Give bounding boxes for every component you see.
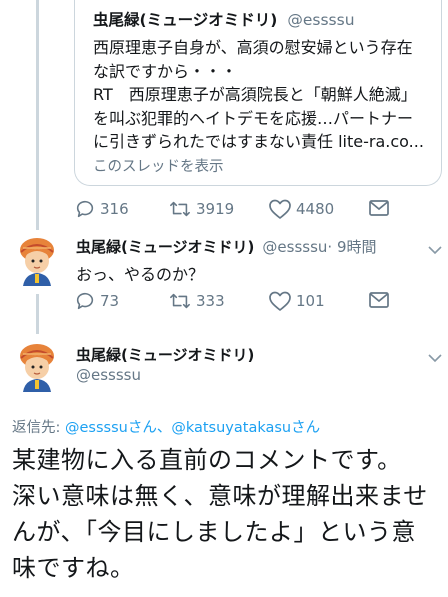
quoted-tweet-line: RT 西原理恵子が高須院長と「朝鮮人絶滅」 <box>93 85 417 104</box>
quoted-tweet-author-handle: @essssu <box>287 11 355 29</box>
reply-to-user-link[interactable]: @katsuyatakasu <box>171 420 291 436</box>
main-tweet-line: 某建物に入る直前のコメントです。 <box>12 446 402 474</box>
reply-button[interactable]: 316 <box>74 198 129 220</box>
reply-icon <box>74 290 96 312</box>
reply-icon <box>74 198 96 220</box>
chevron-down-icon[interactable] <box>428 348 442 367</box>
reply-button[interactable]: 73 <box>74 290 119 312</box>
reply-to-user-link[interactable]: @essssu <box>65 420 128 436</box>
reply-to-san: さん、 <box>127 420 172 436</box>
envelope-icon <box>368 290 390 310</box>
main-tweet-author-name[interactable]: 虫尾緑(ミュージオミドリ) <box>76 344 254 365</box>
main-tweet-line: 味ですね。 <box>12 554 135 582</box>
main-tweet-text: 某建物に入る直前のコメントです。 深い意味は無く、意味が理解出来ませ んが、「今… <box>12 442 442 586</box>
reply-to-label: 返信先: <box>12 420 65 436</box>
thread-line-mid <box>36 294 39 334</box>
chevron-down-icon[interactable] <box>428 240 442 259</box>
main-tweet-line: んが、「今目にしましたよ」という意 <box>12 518 417 546</box>
heart-icon <box>268 198 292 220</box>
envelope-icon <box>368 198 390 218</box>
like-count: 4480 <box>296 200 335 218</box>
quoted-tweet-line: 西原理恵子自身が、高須の慰安婦という存在 <box>93 38 413 57</box>
retweet-button[interactable]: 3919 <box>168 198 234 220</box>
quoted-tweet-card[interactable]: 虫尾緑(ミュージオミドリ) @essssu 西原理恵子自身が、高須の慰安婦という存… <box>74 0 442 186</box>
retweet-button[interactable]: 333 <box>168 290 225 312</box>
quoted-tweet-line: を叫ぶ犯罪的ヘイトデモを応援…パートナー <box>93 108 414 128</box>
reply-to-line: 返信先: @essssuさん、@katsuyatakasuさん <box>12 416 320 437</box>
quoted-tweet-author-name: 虫尾緑(ミュージオミドリ) <box>93 11 278 29</box>
avatar[interactable] <box>11 340 63 392</box>
retweet-count: 3919 <box>196 200 235 218</box>
quoted-tweet-header: 虫尾緑(ミュージオミドリ) @essssu <box>93 8 355 30</box>
like-count: 101 <box>296 292 325 310</box>
retweet-count: 333 <box>196 292 225 310</box>
main-tweet-line: 深い意味は無く、意味が理解出来ませ <box>12 482 428 510</box>
reply-count: 73 <box>100 292 120 310</box>
tweet-actions-2: 73 333 101 <box>74 290 404 316</box>
quoted-tweet-text: 西原理恵子自身が、高須の慰安婦という存在 な訳ですから・・・ RT 西原理恵子が… <box>93 36 443 154</box>
reply-tweet-text: おっ、やるのか？ <box>76 265 205 284</box>
main-tweet-author-handle[interactable]: @essssu <box>76 366 141 384</box>
reply-tweet-author-handle[interactable]: @essssu <box>262 238 327 256</box>
reply-tweet-header: 虫尾緑(ミュージオミドリ) @essssu· 9時間 <box>76 236 377 257</box>
quoted-tweet-line: な訳ですから・・・ <box>93 61 238 81</box>
reply-count: 316 <box>100 200 129 218</box>
quoted-tweet-line: に引きずられたではすまない責任 lite-ra.co... <box>93 132 424 151</box>
reply-to-san: さん <box>291 420 321 436</box>
retweet-icon <box>168 290 192 312</box>
like-button[interactable]: 4480 <box>268 198 334 220</box>
dm-button[interactable] <box>368 198 390 218</box>
reply-tweet-author-name[interactable]: 虫尾緑(ミュージオミドリ) <box>76 238 254 256</box>
avatar[interactable] <box>11 234 63 286</box>
retweet-icon <box>168 198 192 220</box>
dm-button[interactable] <box>368 290 390 310</box>
thread-line-top <box>36 0 39 230</box>
reply-tweet-time[interactable]: · 9時間 <box>327 238 376 256</box>
heart-icon <box>268 290 292 312</box>
like-button[interactable]: 101 <box>268 290 325 312</box>
show-thread-link[interactable]: このスレッドを表示 <box>93 155 224 176</box>
tweet-actions-1: 316 3919 4480 <box>74 198 404 224</box>
